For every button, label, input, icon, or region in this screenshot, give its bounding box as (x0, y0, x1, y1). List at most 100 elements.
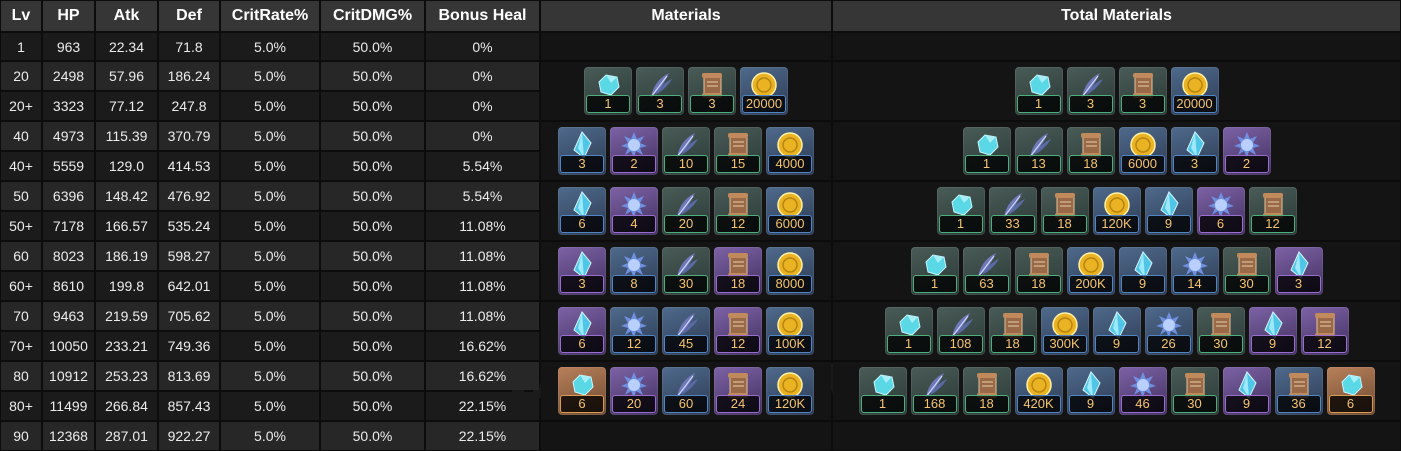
material-quantity: 30 (1198, 335, 1243, 353)
material-item: 100K (766, 307, 814, 355)
stat-lv-cell: 50+ (1, 212, 41, 240)
material-item: 18 (1066, 127, 1115, 175)
material-item: 30 (1170, 367, 1219, 415)
materials-cell: 6 20 60 24 120K (541, 362, 831, 420)
stat-def-cell: 414.53 (159, 152, 219, 180)
material-item: 18 (1040, 187, 1089, 235)
material-quantity: 20 (664, 215, 708, 233)
material-quantity: 3 (690, 95, 734, 113)
material-quantity: 120K (768, 395, 812, 413)
material-item: 24 (714, 367, 762, 415)
material-quantity: 33 (990, 215, 1035, 233)
material-item: 120K (766, 367, 814, 415)
material-item: 168 (910, 367, 959, 415)
material-quantity: 6 (1328, 395, 1373, 413)
stat-crit-rate-cell: 5.0% (221, 422, 319, 450)
material-quantity: 3 (560, 155, 604, 173)
stat-def-cell: 749.36 (159, 332, 219, 360)
material-quantity: 18 (1042, 215, 1087, 233)
material-item: 9 (1144, 187, 1193, 235)
material-item: 9 (1066, 367, 1115, 415)
material-item: 18 (714, 247, 762, 295)
stat-crit-rate-cell: 5.0% (221, 272, 319, 300)
material-quantity: 18 (1016, 275, 1061, 293)
material-quantity: 420K (1016, 395, 1061, 413)
material-quantity: 30 (664, 275, 708, 293)
total-materials-cell: 1 3 3 20000 (833, 62, 1400, 120)
material-item: 6 (558, 187, 606, 235)
material-quantity: 20000 (1172, 95, 1217, 113)
material-item: 1 (910, 247, 959, 295)
material-quantity: 6 (1198, 215, 1243, 233)
stat-lv-cell: 80+ (1, 392, 41, 420)
material-item: 13 (1014, 127, 1063, 175)
stat-crit-dmg-cell: 50.0% (321, 152, 424, 180)
stat-bonus-heal-cell: 22.15% (426, 392, 539, 420)
stat-crit-dmg-cell: 50.0% (321, 62, 424, 90)
stat-bonus-heal-cell: 11.08% (426, 242, 539, 270)
material-item: 18 (1014, 247, 1063, 295)
total-materials-cell: 1 108 18 300K 9 26 30 9 12 (833, 302, 1400, 360)
material-item: 2 (610, 127, 658, 175)
stat-atk-cell: 287.01 (96, 422, 157, 450)
stat-def-cell: 813.69 (159, 362, 219, 390)
material-item: 18 (962, 367, 1011, 415)
materials-cell: 1 3 3 20000 (541, 62, 831, 120)
material-quantity: 6 (560, 395, 604, 413)
stat-lv-cell: 60 (1, 242, 41, 270)
stat-lv-cell: 20+ (1, 92, 41, 120)
column-header: Total Materials (833, 1, 1400, 31)
stat-crit-rate-cell: 5.0% (221, 302, 319, 330)
stat-crit-rate-cell: 5.0% (221, 182, 319, 210)
material-quantity: 15 (716, 155, 760, 173)
material-quantity: 3 (1172, 155, 1217, 173)
stat-lv-cell: 20 (1, 62, 41, 90)
material-item: 14 (1170, 247, 1219, 295)
material-item: 46 (1118, 367, 1167, 415)
material-quantity: 9 (1250, 335, 1295, 353)
stat-bonus-heal-cell: 0% (426, 62, 539, 90)
material-item: 4000 (766, 127, 814, 175)
stat-def-cell: 857.43 (159, 392, 219, 420)
stat-crit-rate-cell: 5.0% (221, 33, 319, 60)
material-quantity: 12 (1302, 335, 1347, 353)
material-quantity: 12 (716, 335, 760, 353)
material-quantity: 3 (1068, 95, 1113, 113)
material-item: 1 (962, 127, 1011, 175)
stat-bonus-heal-cell: 16.62% (426, 332, 539, 360)
stat-atk-cell: 22.34 (96, 33, 157, 60)
material-quantity: 6000 (768, 215, 812, 233)
material-item: 18 (988, 307, 1037, 355)
material-item: 9 (1092, 307, 1141, 355)
material-item: 1 (936, 187, 985, 235)
total-materials-cell: 1 33 18 120K 9 6 12 (833, 182, 1400, 240)
stat-bonus-heal-cell: 0% (426, 122, 539, 150)
material-quantity: 1 (586, 95, 630, 113)
material-quantity: 18 (990, 335, 1035, 353)
material-quantity: 46 (1120, 395, 1165, 413)
material-item: 63 (962, 247, 1011, 295)
material-quantity: 300K (1042, 335, 1087, 353)
stat-atk-cell: 77.12 (96, 92, 157, 120)
material-item: 300K (1040, 307, 1089, 355)
material-item: 12 (714, 307, 762, 355)
material-quantity: 8000 (768, 275, 812, 293)
material-quantity: 9 (1068, 395, 1113, 413)
stat-def-cell: 598.27 (159, 242, 219, 270)
stat-crit-dmg-cell: 50.0% (321, 272, 424, 300)
stat-crit-rate-cell: 5.0% (221, 392, 319, 420)
stat-crit-dmg-cell: 50.0% (321, 422, 424, 450)
material-item: 60 (662, 367, 710, 415)
material-quantity: 18 (716, 275, 760, 293)
stat-crit-dmg-cell: 50.0% (321, 92, 424, 120)
material-quantity: 12 (1250, 215, 1295, 233)
stat-lv-cell: 40+ (1, 152, 41, 180)
material-item: 20000 (740, 67, 788, 115)
stat-atk-cell: 219.59 (96, 302, 157, 330)
materials-cell: 6 4 20 12 6000 (541, 182, 831, 240)
material-quantity: 26 (1146, 335, 1191, 353)
stat-crit-rate-cell: 5.0% (221, 242, 319, 270)
stat-hp-cell: 10912 (43, 362, 94, 390)
materials-cell (541, 422, 831, 450)
material-item: 3 (1118, 67, 1167, 115)
